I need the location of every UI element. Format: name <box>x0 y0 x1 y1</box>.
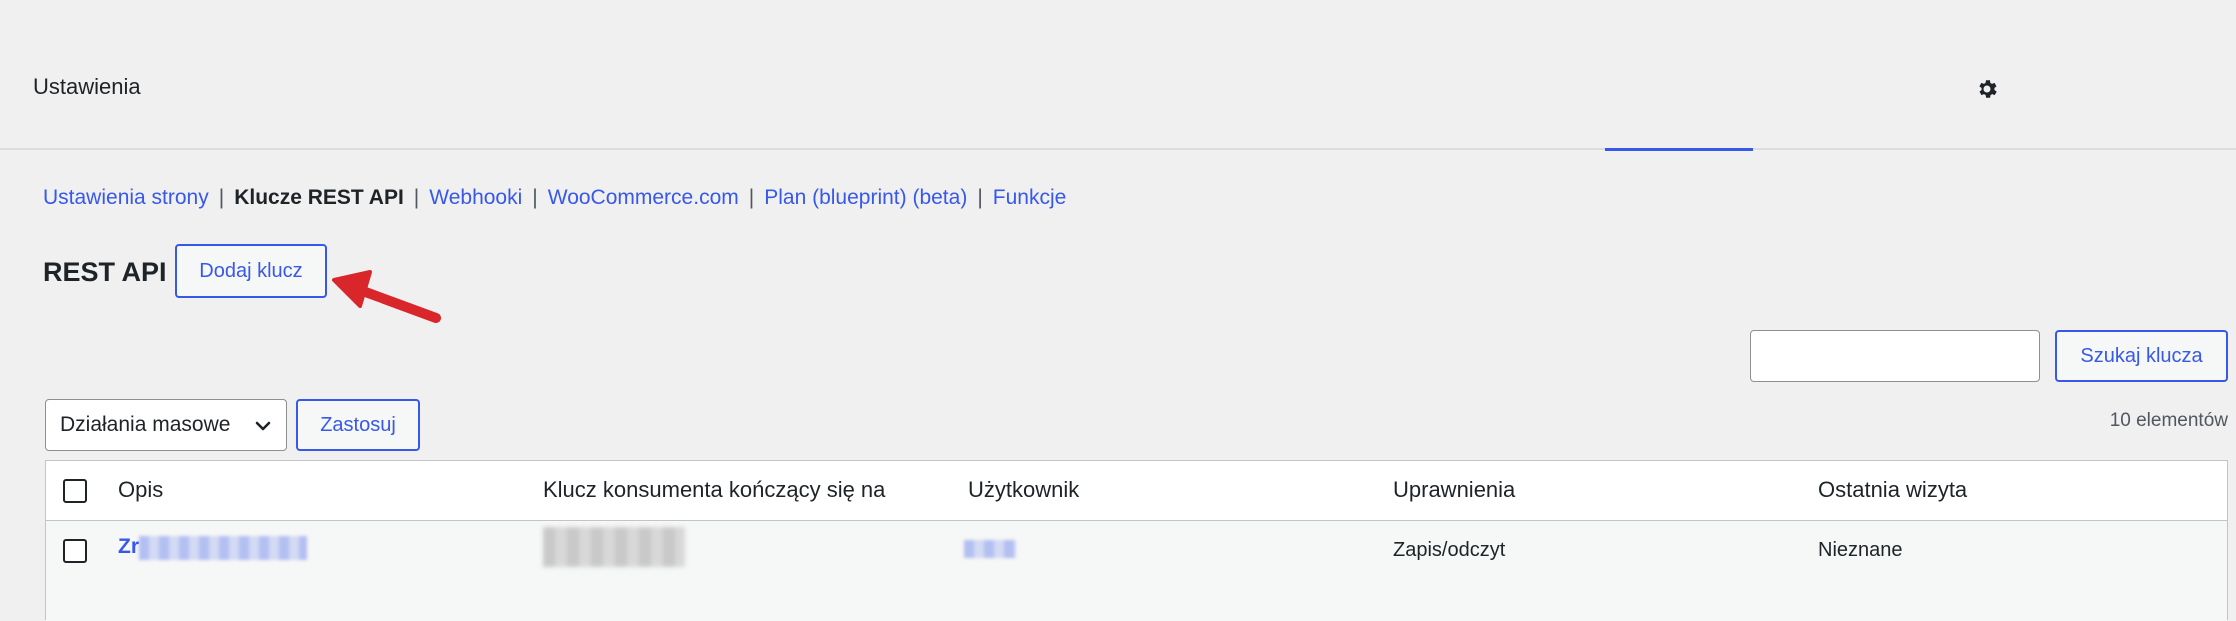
subnav-item-blueprint[interactable]: Plan (blueprint) (beta) <box>764 186 967 209</box>
subnav-separator: | <box>218 186 225 209</box>
gear-icon[interactable] <box>1975 77 1999 101</box>
settings-subnav: Ustawienia strony | Klucze REST API | Webhoo… <box>43 186 1066 210</box>
bulk-actions-selected: Działania masowe <box>60 413 231 436</box>
subnav-item-site-settings[interactable]: Ustawienia strony <box>43 186 209 209</box>
table-row: Zr Zapis/odczyt Nieznane <box>46 521 2227 621</box>
keys-table: Opis Klucz konsumenta kończący się na Uż… <box>45 460 2228 621</box>
redacted-description <box>139 535 307 560</box>
column-header-permissions: Uprawnienia <box>1393 477 1516 502</box>
bulk-actions-select[interactable]: Działania masowe <box>45 399 287 451</box>
active-tab-indicator <box>1605 148 1753 151</box>
subnav-separator: | <box>413 186 420 209</box>
items-count: 10 elementów <box>2109 410 2228 431</box>
subnav-item-features[interactable]: Funkcje <box>993 186 1067 209</box>
section-title: REST API <box>43 257 167 287</box>
subnav-separator: | <box>748 186 755 209</box>
column-header-description[interactable]: Opis <box>118 477 163 503</box>
row-description[interactable]: Zr <box>118 535 307 560</box>
redacted-consumer-key <box>543 527 685 567</box>
select-all-checkbox[interactable] <box>63 479 87 503</box>
subnav-separator: | <box>977 186 983 209</box>
search-key-button[interactable]: Szukaj klucza <box>2055 330 2228 382</box>
subnav-item-webhooks[interactable]: Webhooki <box>429 186 522 209</box>
subnav-item-woocommerce-com[interactable]: WooCommerce.com <box>548 186 739 209</box>
subnav-item-rest-api-keys[interactable]: Klucze REST API <box>234 186 404 209</box>
page-title: Ustawienia <box>33 74 141 99</box>
row-last-access: Nieznane <box>1818 539 1903 561</box>
top-bar: Ustawienia <box>0 0 2236 151</box>
chevron-down-icon <box>255 421 271 431</box>
column-header-last-access: Ostatnia wizyta <box>1818 477 1968 502</box>
table-header: Opis Klucz konsumenta kończący się na Uż… <box>46 461 2227 521</box>
redacted-user[interactable] <box>964 540 1016 558</box>
row-checkbox[interactable] <box>63 539 87 563</box>
row-permissions: Zapis/odczyt <box>1393 539 1506 561</box>
add-key-button[interactable]: Dodaj klucz <box>175 244 327 298</box>
annotation-arrow-icon <box>332 270 441 323</box>
column-header-consumer-key: Klucz konsumenta kończący się na <box>543 477 886 502</box>
apply-button[interactable]: Zastosuj <box>296 399 420 451</box>
search-input[interactable] <box>1750 330 2040 382</box>
column-header-user: Użytkownik <box>968 477 1080 502</box>
row-description-link[interactable]: Zr <box>118 535 139 558</box>
subnav-separator: | <box>532 186 538 209</box>
